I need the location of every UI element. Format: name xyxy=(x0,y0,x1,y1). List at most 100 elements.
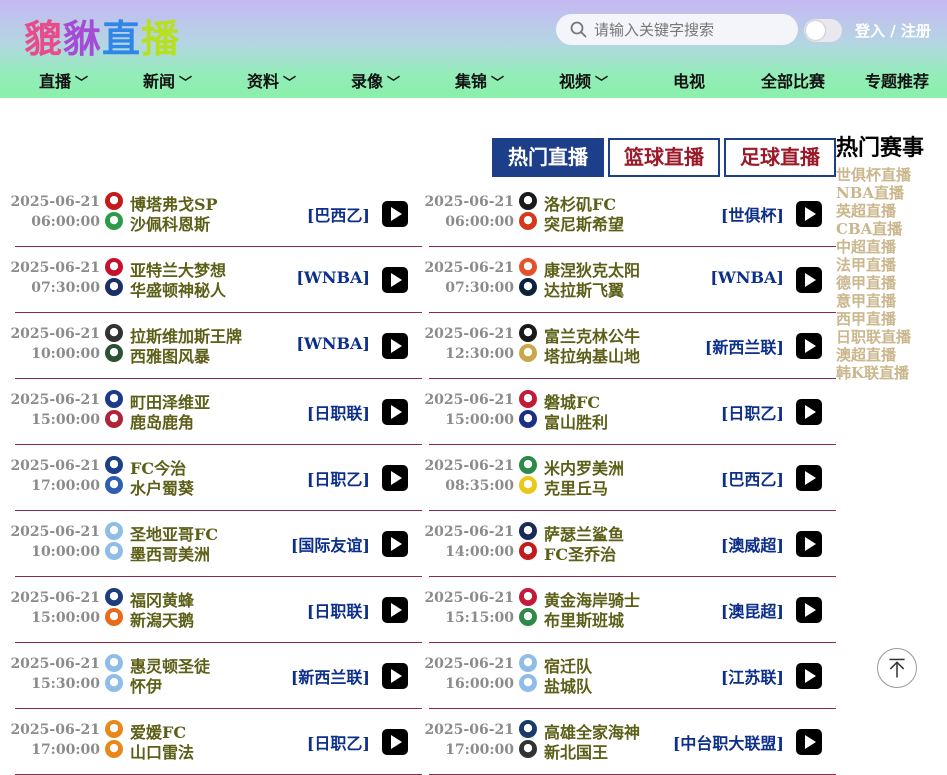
match-row[interactable]: 2025-06-21 15:30:00 惠灵顿圣徒 怀伊 [新西兰联] xyxy=(10,643,422,709)
play-icon[interactable] xyxy=(382,465,408,491)
match-row[interactable]: 2025-06-21 06:00:00 博塔弗戈SP 沙佩科恩斯 [巴西乙] xyxy=(10,181,422,247)
nav-item-news[interactable]: 新闻 ﹀ xyxy=(143,68,192,92)
hot-event-link[interactable]: 西甲直播 xyxy=(836,310,947,328)
hot-event-link[interactable]: 韩K联直播 xyxy=(836,364,947,382)
play-icon[interactable] xyxy=(796,531,822,557)
league-tag[interactable]: [日职乙] xyxy=(721,400,784,424)
match-row[interactable]: 2025-06-21 14:00:00 萨瑟兰鲨鱼 FC圣乔治 [澳威超] xyxy=(424,511,836,577)
team-name: 怀伊 xyxy=(130,677,163,696)
league-tag[interactable]: [日职联] xyxy=(307,400,370,424)
nav-item-all-matches[interactable]: 全部比赛 xyxy=(761,68,825,92)
play-icon[interactable] xyxy=(382,597,408,623)
match-row[interactable]: 2025-06-21 07:30:00 康涅狄克太阳 达拉斯飞翼 [WNBA] xyxy=(424,247,836,313)
match-row[interactable]: 2025-06-21 10:00:00 圣地亚哥FC 墨西哥美洲 [国际友谊] xyxy=(10,511,422,577)
league-tag[interactable]: [巴西乙] xyxy=(307,202,370,226)
match-row[interactable]: 2025-06-21 15:00:00 町田泽维亚 鹿岛鹿角 [日职联] xyxy=(10,379,422,445)
play-icon[interactable] xyxy=(796,597,822,623)
league-tag[interactable]: [新西兰联] xyxy=(705,334,784,358)
search-icon[interactable] xyxy=(570,21,587,38)
login-register-link[interactable]: 登入 / 注册 xyxy=(855,20,931,41)
play-icon[interactable] xyxy=(382,267,408,293)
team-logo-icon xyxy=(105,674,123,692)
match-row[interactable]: 2025-06-21 17:00:00 爱媛FC 山口雷法 [日职乙] xyxy=(10,709,422,775)
nav-item-live[interactable]: 直播 ﹀ xyxy=(39,68,88,92)
team-logo-icon xyxy=(519,390,537,408)
league-tag[interactable]: [澳昆超] xyxy=(721,598,784,622)
league-tag[interactable]: [澳威超] xyxy=(721,532,784,556)
hot-event-link[interactable]: 英超直播 xyxy=(836,202,947,220)
play-icon[interactable] xyxy=(796,465,822,491)
match-row[interactable]: 2025-06-21 15:15:00 黄金海岸骑士 布里斯班城 [澳昆超] xyxy=(424,577,836,643)
nav-item-highlights[interactable]: 集锦 ﹀ xyxy=(455,68,504,92)
back-to-top-button[interactable] xyxy=(877,648,917,688)
hot-event-link[interactable]: 法甲直播 xyxy=(836,256,947,274)
match-row[interactable]: 2025-06-21 17:00:00 FC今治 水户蜀葵 [日职乙] xyxy=(10,445,422,511)
site-logo[interactable]: 貔貅直播 xyxy=(24,8,180,63)
hot-event-link[interactable]: 德甲直播 xyxy=(836,274,947,292)
team-logo-icon xyxy=(519,192,537,210)
play-icon[interactable] xyxy=(796,333,822,359)
play-icon[interactable] xyxy=(382,663,408,689)
match-date: 2025-06-21 xyxy=(424,392,514,408)
match-row[interactable]: 2025-06-21 15:00:00 福冈黄蜂 新潟天鹅 [日职联] xyxy=(10,577,422,643)
league-tag[interactable]: [日职联] xyxy=(307,598,370,622)
play-icon[interactable] xyxy=(382,333,408,359)
league-tag[interactable]: [世俱杯] xyxy=(721,202,784,226)
match-date: 2025-06-21 xyxy=(10,260,100,276)
team-name: 富山胜利 xyxy=(544,413,609,432)
match-row[interactable]: 2025-06-21 10:00:00 拉斯维加斯王牌 西雅图风暴 [WNBA] xyxy=(10,313,422,379)
hot-event-link[interactable]: 世俱杯直播 xyxy=(836,166,947,184)
search-box[interactable] xyxy=(556,14,798,45)
league-tag[interactable]: [日职乙] xyxy=(307,730,370,754)
league-tag[interactable]: [WNBA] xyxy=(296,334,370,353)
league-tag[interactable]: [江苏联] xyxy=(721,664,784,688)
play-icon[interactable] xyxy=(382,531,408,557)
hot-event-link[interactable]: 意甲直播 xyxy=(836,292,947,310)
play-icon[interactable] xyxy=(382,201,408,227)
nav-item-data[interactable]: 资料 ﹀ xyxy=(247,68,296,92)
tab-football-live[interactable]: 足球直播 xyxy=(724,138,836,177)
play-icon[interactable] xyxy=(796,201,822,227)
league-tag[interactable]: [国际友谊] xyxy=(291,532,370,556)
league-tag[interactable]: [巴西乙] xyxy=(721,466,784,490)
tab-basketball-live[interactable]: 篮球直播 xyxy=(608,138,720,177)
play-icon[interactable] xyxy=(796,663,822,689)
league-tag[interactable]: [日职乙] xyxy=(307,466,370,490)
match-row[interactable]: 2025-06-21 16:00:00 宿迁队 盐城队 [江苏联] xyxy=(424,643,836,709)
team-logo-icon xyxy=(519,344,537,362)
league-tag[interactable]: [新西兰联] xyxy=(291,664,370,688)
nav-label: 新闻 xyxy=(143,72,176,91)
play-icon[interactable] xyxy=(796,729,822,755)
tab-hot-live[interactable]: 热门直播 xyxy=(492,138,604,177)
play-icon[interactable] xyxy=(382,399,408,425)
match-row[interactable]: 2025-06-21 08:35:00 米内罗美洲 克里丘马 [巴西乙] xyxy=(424,445,836,511)
nav-item-tv[interactable]: 电视 xyxy=(673,68,705,92)
play-icon[interactable] xyxy=(796,267,822,293)
hot-event-link[interactable]: 澳超直播 xyxy=(836,346,947,364)
play-icon[interactable] xyxy=(382,729,408,755)
search-input[interactable] xyxy=(594,18,790,41)
match-time: 07:30:00 xyxy=(445,280,514,296)
theme-toggle[interactable] xyxy=(804,19,842,42)
nav-item-replay[interactable]: 录像 ﹀ xyxy=(351,68,400,92)
match-time: 15:00:00 xyxy=(31,610,100,626)
hot-event-link[interactable]: NBA直播 xyxy=(836,184,947,202)
league-tag[interactable]: [中台职大联盟] xyxy=(673,730,784,754)
match-row[interactable]: 2025-06-21 06:00:00 洛杉矶FC 突尼斯希望 [世俱杯] xyxy=(424,181,836,247)
league-tag[interactable]: [WNBA] xyxy=(296,268,370,287)
match-date: 2025-06-21 xyxy=(424,722,514,738)
team-logo-icon xyxy=(105,522,123,540)
league-tag[interactable]: [WNBA] xyxy=(710,268,784,287)
match-row[interactable]: 2025-06-21 15:00:00 磐城FC 富山胜利 [日职乙] xyxy=(424,379,836,445)
hot-event-link[interactable]: 日职联直播 xyxy=(836,328,947,346)
nav-item-video[interactable]: 视频 ﹀ xyxy=(559,68,608,92)
match-time: 06:00:00 xyxy=(31,214,100,230)
match-row[interactable]: 2025-06-21 12:30:00 富兰克林公牛 塔拉纳基山地 [新西兰联] xyxy=(424,313,836,379)
play-icon[interactable] xyxy=(796,399,822,425)
hot-event-link[interactable]: CBA直播 xyxy=(836,220,947,238)
hot-event-link[interactable]: 中超直播 xyxy=(836,238,947,256)
hot-events-list: 世俱杯直播 NBA直播 英超直播 CBA直播 中超直播 法甲直播 德甲直播 意甲直播 西甲直播日… xyxy=(836,166,947,382)
match-row[interactable]: 2025-06-21 17:00:00 高雄全家海神 新北国王 [中台职大联盟] xyxy=(424,709,836,775)
nav-item-topics[interactable]: 专题推荐 xyxy=(865,68,929,92)
match-row[interactable]: 2025-06-21 07:30:00 亚特兰大梦想 华盛顿神秘人 [WNBA] xyxy=(10,247,422,313)
